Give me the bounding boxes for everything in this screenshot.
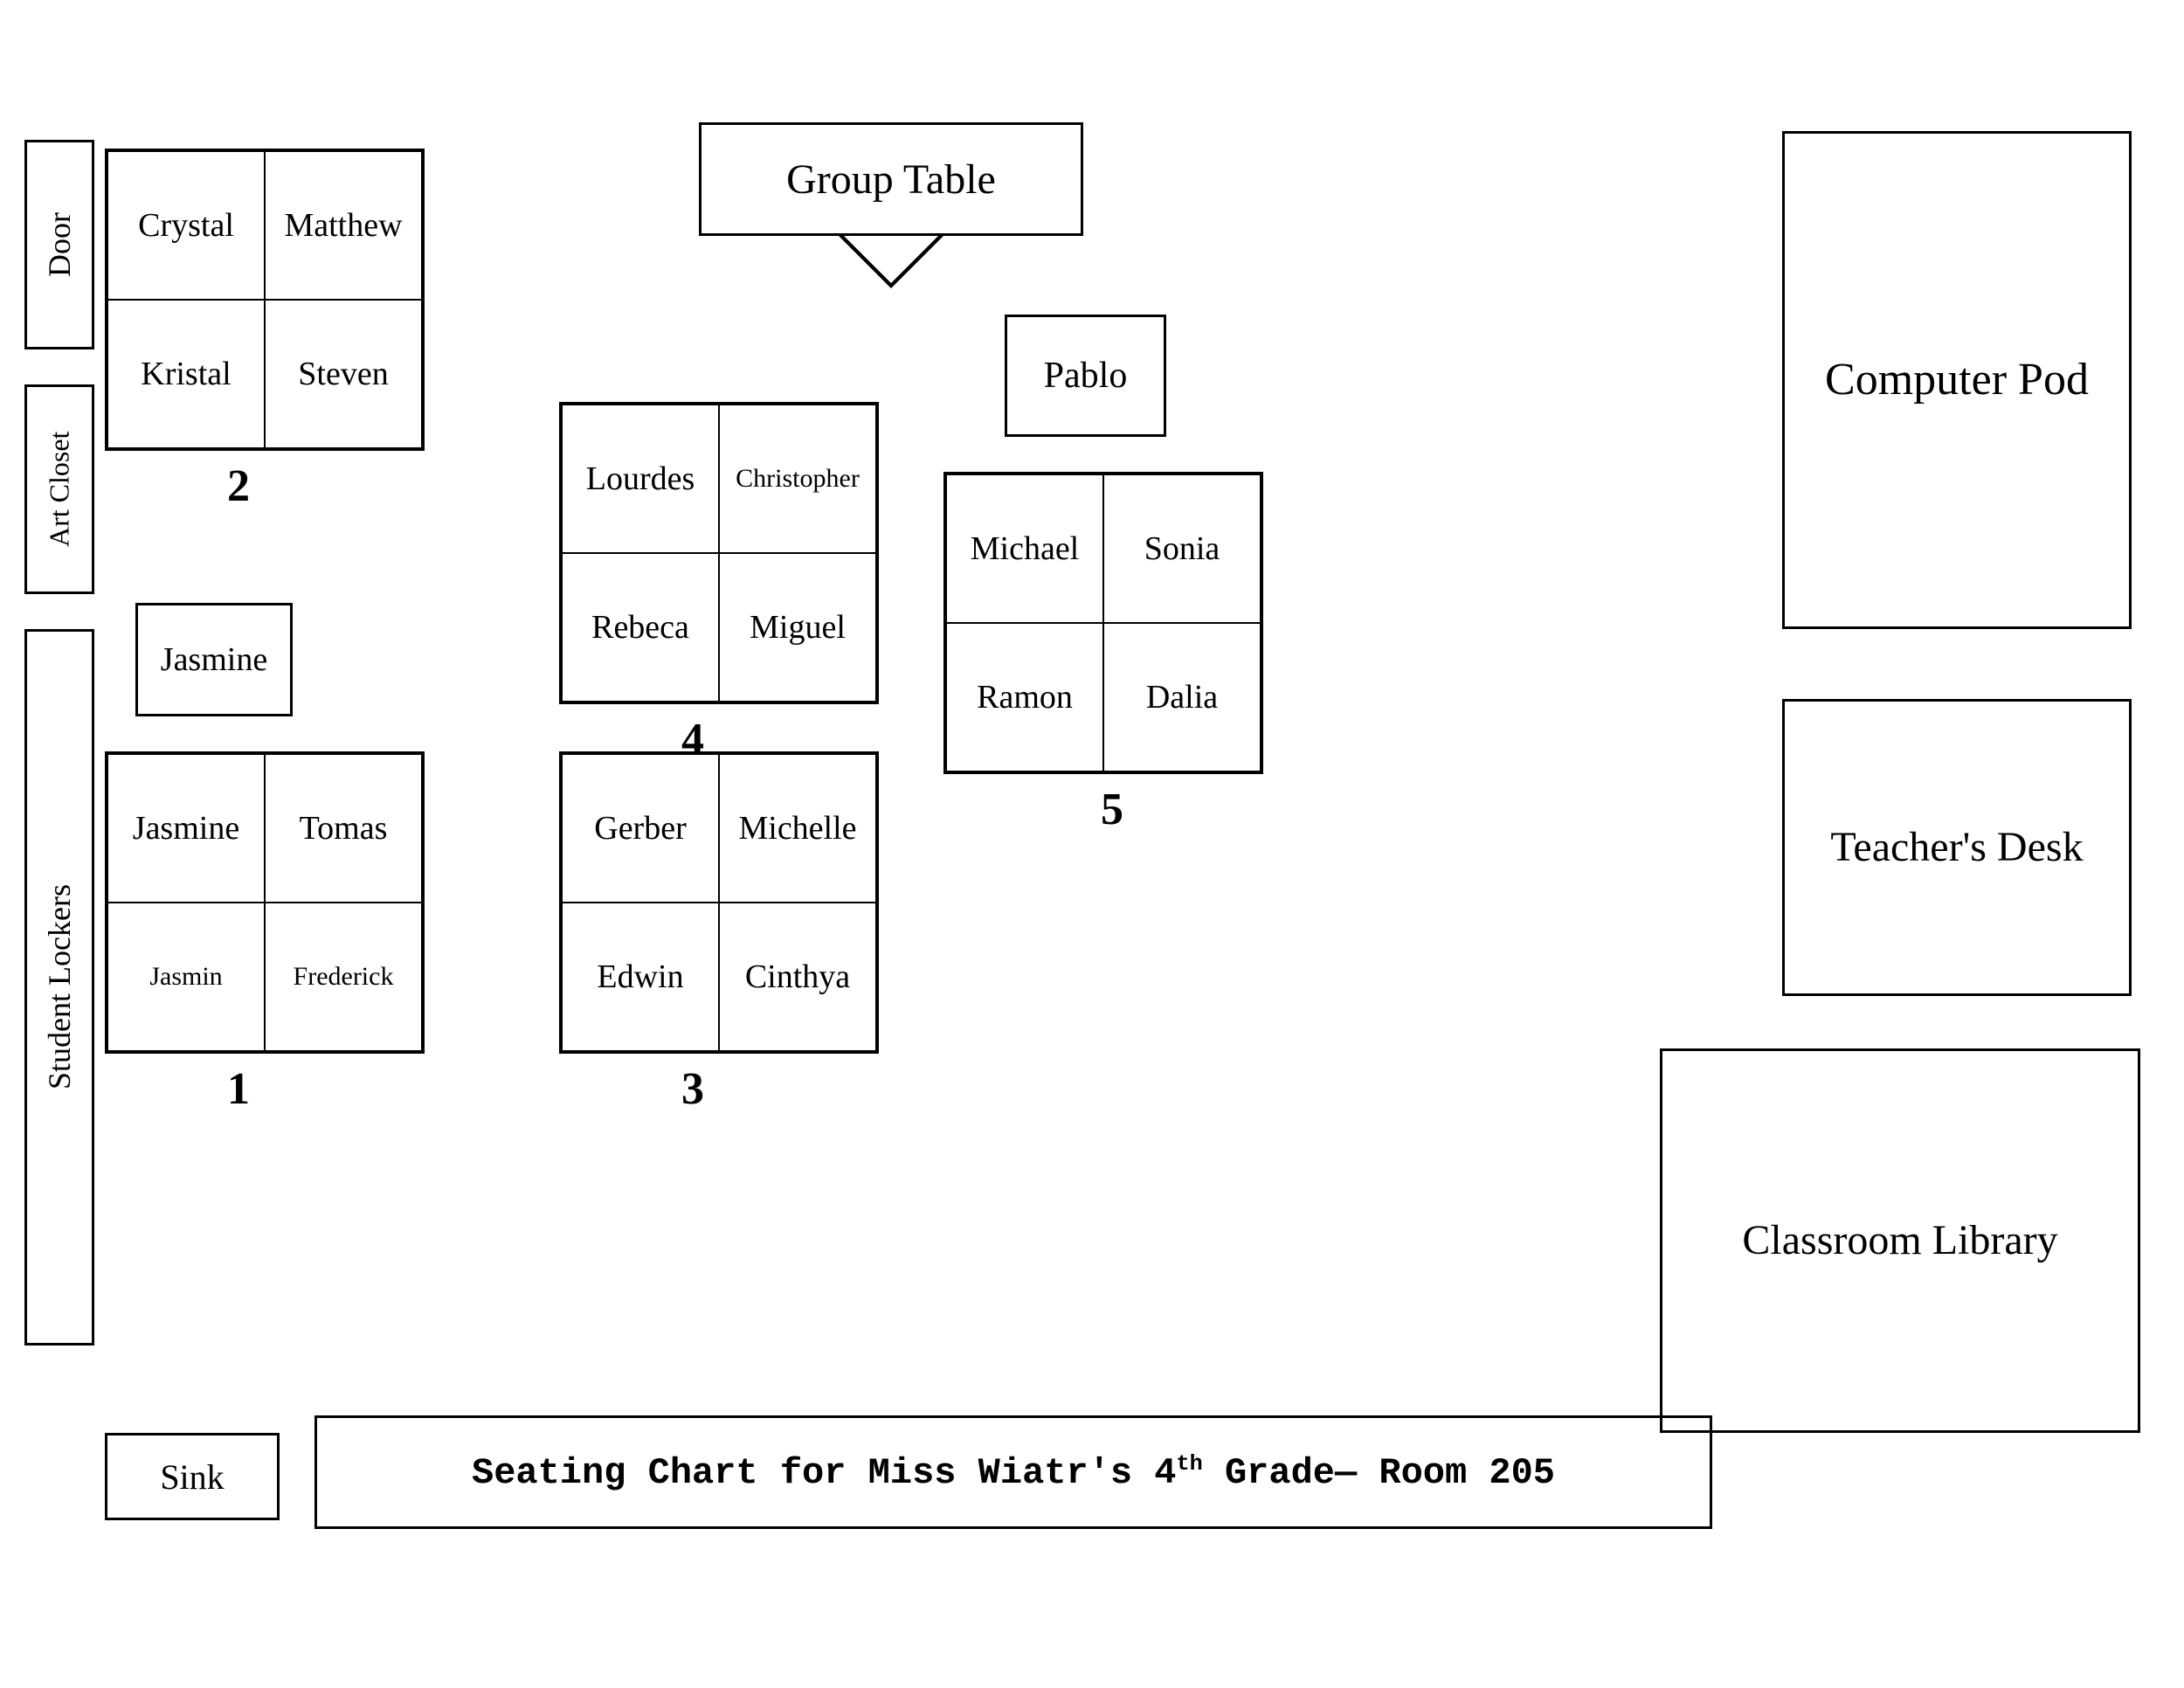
desk-christopher[interactable]: Christopher [719,405,876,553]
desk-cinthya[interactable]: Cinthya [719,903,876,1051]
desk-steven[interactable]: Steven [265,300,422,448]
desk-grid-4: Lourdes Christopher Rebeca Miguel [559,402,879,704]
desk-dalia[interactable]: Dalia [1103,623,1261,771]
door-box: Door [24,140,94,349]
room-layout: Door Art Closet Student Lockers Group Ta… [0,0,2184,1688]
desk-michelle[interactable]: Michelle [719,754,876,903]
desk-edwin[interactable]: Edwin [562,903,719,1051]
student-lockers-label: Student Lockers [41,885,78,1090]
desk-group-4: Lourdes Christopher Rebeca Miguel 4 [559,402,879,704]
desk-grid-3: Gerber Michelle Edwin Cinthya [559,751,879,1054]
computer-pod-label: Computer Pod [1825,350,2089,410]
desk-crystal[interactable]: Crystal [107,151,265,300]
desk-jasmine-solo[interactable]: Jasmine [135,603,293,716]
chart-title: Seating Chart for Miss Wiatr's 4th Grade… [472,1451,1555,1494]
desk-jasmin[interactable]: Jasmin [107,903,265,1051]
desk-michael[interactable]: Michael [946,474,1103,623]
group-number-5: 5 [1101,784,1123,835]
desk-miguel[interactable]: Miguel [719,553,876,702]
door-label: Door [41,212,78,277]
computer-pod-box: Computer Pod [1782,131,2132,629]
desk-group-5: Michael Sonia Ramon Dalia 5 [943,472,1263,774]
desk-tomas[interactable]: Tomas [265,754,422,903]
art-closet-label: Art Closet [44,432,76,547]
desk-group-1: Jasmine Tomas Jasmin Frederick 1 [105,751,425,1054]
group-number-1: 1 [227,1063,250,1115]
group-number-3: 3 [681,1063,704,1115]
classroom-library-box: Classroom Library [1660,1048,2140,1433]
sink-label: Sink [160,1456,224,1498]
desk-grid-5: Michael Sonia Ramon Dalia [943,472,1263,774]
art-closet-box: Art Closet [24,384,94,594]
sink-box: Sink [105,1433,280,1520]
desk-grid-2: Crystal Matthew Kristal Steven [105,149,425,451]
desk-grid-1: Jasmine Tomas Jasmin Frederick [105,751,425,1054]
group-table-arrow [839,236,943,288]
group-table-area: Group Table [699,122,1083,288]
teachers-desk-box: Teacher's Desk [1782,699,2132,996]
title-box: Seating Chart for Miss Wiatr's 4th Grade… [314,1415,1712,1529]
teachers-desk-label: Teacher's Desk [1830,820,2083,875]
desk-pablo[interactable]: Pablo [1005,315,1166,437]
desk-group-3: Gerber Michelle Edwin Cinthya 3 [559,751,879,1054]
desk-rebeca[interactable]: Rebeca [562,553,719,702]
classroom-library-label: Classroom Library [1742,1214,2057,1268]
desk-jasmine[interactable]: Jasmine [107,754,265,903]
desk-sonia[interactable]: Sonia [1103,474,1261,623]
group-table-label: Group Table [786,156,996,204]
group-table-box: Group Table [699,122,1083,236]
group-number-2: 2 [227,460,250,512]
desk-group-2: Crystal Matthew Kristal Steven 2 [105,149,425,451]
student-lockers-box: Student Lockers [24,629,94,1346]
desk-lourdes[interactable]: Lourdes [562,405,719,553]
desk-ramon[interactable]: Ramon [946,623,1103,771]
desk-frederick[interactable]: Frederick [265,903,422,1051]
desk-kristal[interactable]: Kristal [107,300,265,448]
desk-matthew[interactable]: Matthew [265,151,422,300]
desk-gerber[interactable]: Gerber [562,754,719,903]
